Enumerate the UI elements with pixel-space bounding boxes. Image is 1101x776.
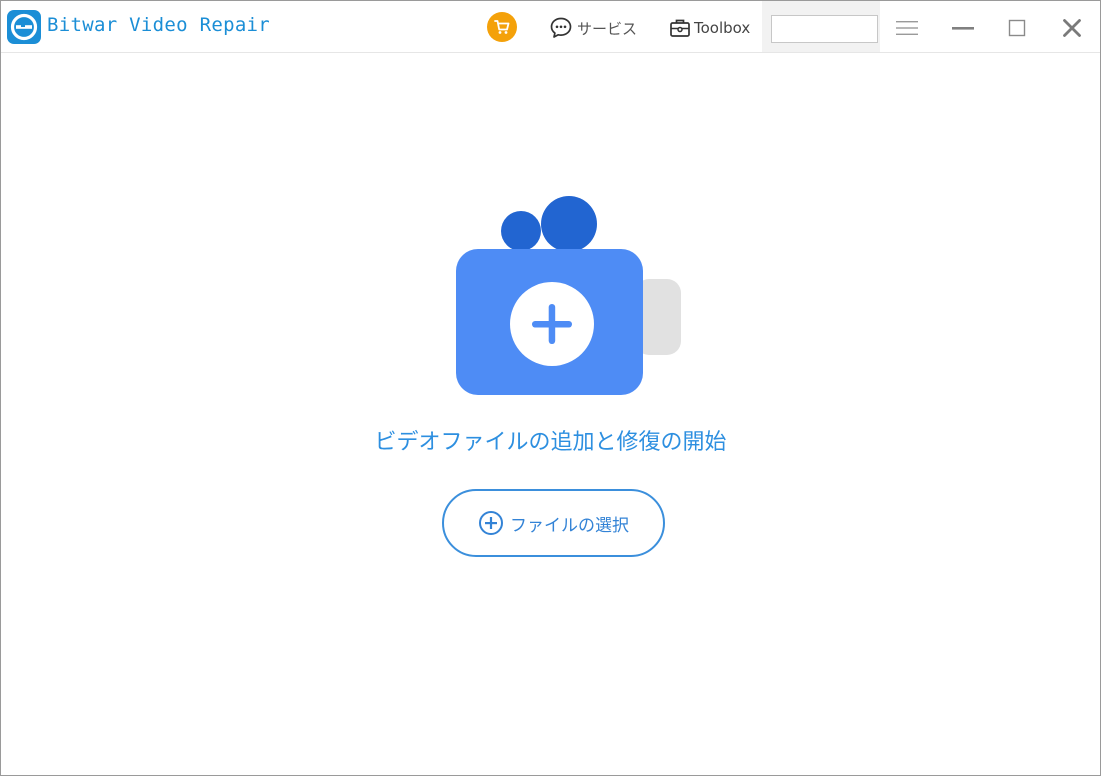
title-bar: Bitwar Video Repair サービス Toolbox	[1, 1, 1100, 53]
chat-bubble-icon	[550, 17, 572, 38]
close-icon	[1063, 19, 1081, 37]
instruction-headline: ビデオファイルの追加と修復の開始	[374, 430, 727, 455]
toolbox-label: Toolbox	[694, 19, 751, 37]
toolbox-button[interactable]: Toolbox	[669, 15, 750, 41]
minimize-icon	[952, 27, 974, 30]
hamburger-menu-icon	[896, 21, 918, 35]
cart-button[interactable]	[487, 12, 517, 42]
minimize-button[interactable]	[949, 14, 977, 42]
select-file-button[interactable]: ファイルの選択	[442, 489, 665, 557]
title-bar-input[interactable]	[771, 15, 878, 43]
maximize-icon	[1008, 19, 1026, 37]
video-camera-add-icon[interactable]	[455, 195, 685, 397]
app-window: Bitwar Video Repair サービス Toolbox ビデオファイル…	[0, 0, 1101, 776]
service-button[interactable]: サービス	[549, 15, 637, 41]
main-content: ビデオファイルの追加と修復の開始 ファイルの選択	[1, 53, 1100, 775]
app-logo-icon	[7, 10, 41, 44]
service-label: サービス	[577, 19, 638, 38]
toolbox-icon	[670, 19, 690, 37]
select-file-label: ファイルの選択	[510, 515, 629, 536]
menu-button[interactable]	[893, 14, 921, 42]
plus-circle-icon	[479, 511, 503, 535]
close-button[interactable]	[1058, 14, 1086, 42]
shopping-cart-icon	[494, 20, 510, 34]
maximize-button[interactable]	[1003, 14, 1031, 42]
app-title: Bitwar Video Repair	[47, 14, 271, 36]
